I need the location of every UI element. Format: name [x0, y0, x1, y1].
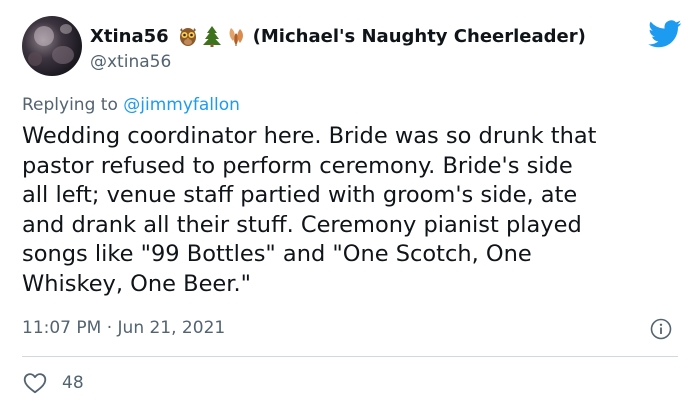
tweet-text-line: Whiskey, One Beer."	[22, 270, 251, 297]
tweet-text-line: songs like "99 Bottles" and "One Scotch,…	[22, 241, 532, 268]
tweet-text-line: and drank all their stuff. Ceremony pian…	[22, 211, 582, 238]
tweet-header: Xtina56 (Michael's Naughty Cheerleader) …	[22, 16, 682, 80]
twitter-bird-icon[interactable]	[648, 20, 682, 48]
evergreen-tree-icon	[202, 25, 222, 47]
heart-icon[interactable]	[22, 370, 48, 396]
display-name-suffix[interactable]: (Michael's Naughty Cheerleader)	[253, 26, 586, 47]
tweet-text-line: pastor refused to perform ceremony. Brid…	[22, 152, 573, 179]
tweet-timestamp[interactable]: 11:07 PM · Jun 21, 2021	[22, 318, 225, 338]
reply-context: Replying to @jimmyfallon	[22, 95, 240, 115]
author-handle[interactable]: @xtina56	[90, 52, 650, 74]
display-name[interactable]: Xtina56	[90, 26, 169, 47]
maple-leaves-icon	[225, 25, 247, 47]
like-count: 48	[62, 373, 84, 393]
reply-mention-link[interactable]: @jimmyfallon	[123, 95, 240, 115]
tweet-card: Xtina56 (Michael's Naughty Cheerleader) …	[0, 0, 700, 411]
info-icon[interactable]	[650, 318, 672, 340]
tweet-text: Wedding coordinator here. Bride was so d…	[22, 122, 682, 300]
name-row: Xtina56 (Michael's Naughty Cheerleader)	[90, 24, 650, 48]
divider	[22, 356, 678, 357]
avatar[interactable]	[22, 16, 82, 76]
tweet-text-line: all left; venue staff partied with groom…	[22, 182, 578, 209]
author-info: Xtina56 (Michael's Naughty Cheerleader) …	[90, 24, 650, 74]
owl-icon	[177, 25, 199, 47]
reply-prefix: Replying to	[22, 95, 118, 115]
tweet-text-line: Wedding coordinator here. Bride was so d…	[22, 123, 597, 149]
tweet-actions: 48	[22, 370, 84, 396]
